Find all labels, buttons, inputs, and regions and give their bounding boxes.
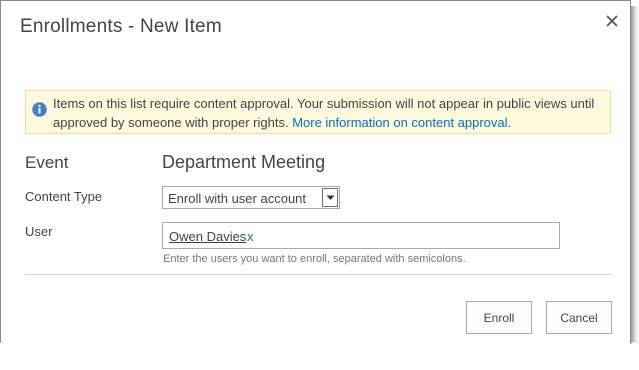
divider bbox=[25, 274, 612, 275]
content-approval-notice: Items on this list require content appro… bbox=[25, 90, 611, 134]
dialog-shadow bbox=[631, 6, 639, 356]
content-type-label: Content Type bbox=[25, 189, 103, 204]
notice-message: Items on this list require content appro… bbox=[53, 94, 609, 132]
user-hint: Enter the users you want to enroll, sepa… bbox=[163, 253, 466, 265]
chevron-down-icon[interactable] bbox=[322, 188, 338, 207]
user-people-picker[interactable]: Owen Davies x bbox=[162, 222, 560, 249]
dialog: Enrollments - New Item Items on this lis… bbox=[0, 0, 631, 370]
content-type-selected: Enroll with user account bbox=[168, 191, 307, 206]
event-label: Event bbox=[25, 153, 69, 172]
dialog-title: Enrollments - New Item bbox=[20, 16, 222, 37]
info-icon bbox=[32, 102, 47, 117]
user-label: User bbox=[25, 224, 53, 239]
close-icon[interactable] bbox=[601, 10, 623, 32]
selected-user[interactable]: Owen Davies bbox=[169, 229, 246, 244]
event-value: Department Meeting bbox=[162, 152, 326, 172]
content-approval-link[interactable]: More information on content approval. bbox=[292, 115, 511, 130]
torn-edge bbox=[0, 338, 639, 370]
remove-user-button[interactable]: x bbox=[247, 229, 254, 244]
content-type-select[interactable]: Enroll with user account bbox=[162, 186, 340, 209]
